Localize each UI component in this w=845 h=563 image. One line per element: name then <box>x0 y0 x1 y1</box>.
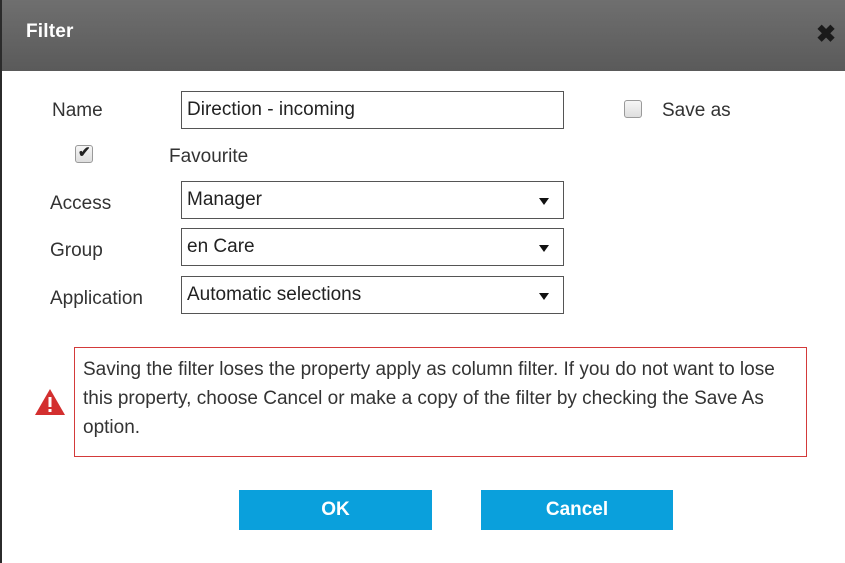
dropdown-arrow-icon <box>539 245 549 252</box>
name-input[interactable] <box>181 91 564 129</box>
filter-dialog: Filter ✖ Name Save as ✔ Favourite Access… <box>0 0 845 563</box>
warning-triangle-icon <box>35 389 65 415</box>
checkmark-icon: ✔ <box>78 144 91 161</box>
group-label: Group <box>50 240 103 261</box>
favourite-label: Favourite <box>169 146 249 167</box>
warning-message: Saving the filter loses the property app… <box>74 347 807 457</box>
name-label: Name <box>52 100 103 121</box>
cancel-button[interactable]: Cancel <box>481 490 673 530</box>
dialog-titlebar: Filter ✖ <box>2 0 845 71</box>
dropdown-arrow-icon <box>539 293 549 300</box>
application-value: Automatic selections <box>187 284 362 305</box>
dropdown-arrow-icon <box>539 198 549 205</box>
application-select[interactable]: Automatic selections <box>181 276 564 314</box>
application-label: Application <box>50 288 143 309</box>
access-value: Manager <box>187 189 262 210</box>
dialog-title: Filter <box>26 21 74 42</box>
group-select[interactable]: en Care <box>181 228 564 266</box>
group-value: en Care <box>187 236 255 257</box>
save-as-checkbox[interactable] <box>624 100 642 118</box>
access-label: Access <box>50 193 112 214</box>
close-icon[interactable]: ✖ <box>816 20 845 50</box>
ok-button[interactable]: OK <box>239 490 432 530</box>
access-select[interactable]: Manager <box>181 181 564 219</box>
favourite-checkbox[interactable]: ✔ <box>75 144 93 163</box>
save-as-label: Save as <box>662 100 731 121</box>
